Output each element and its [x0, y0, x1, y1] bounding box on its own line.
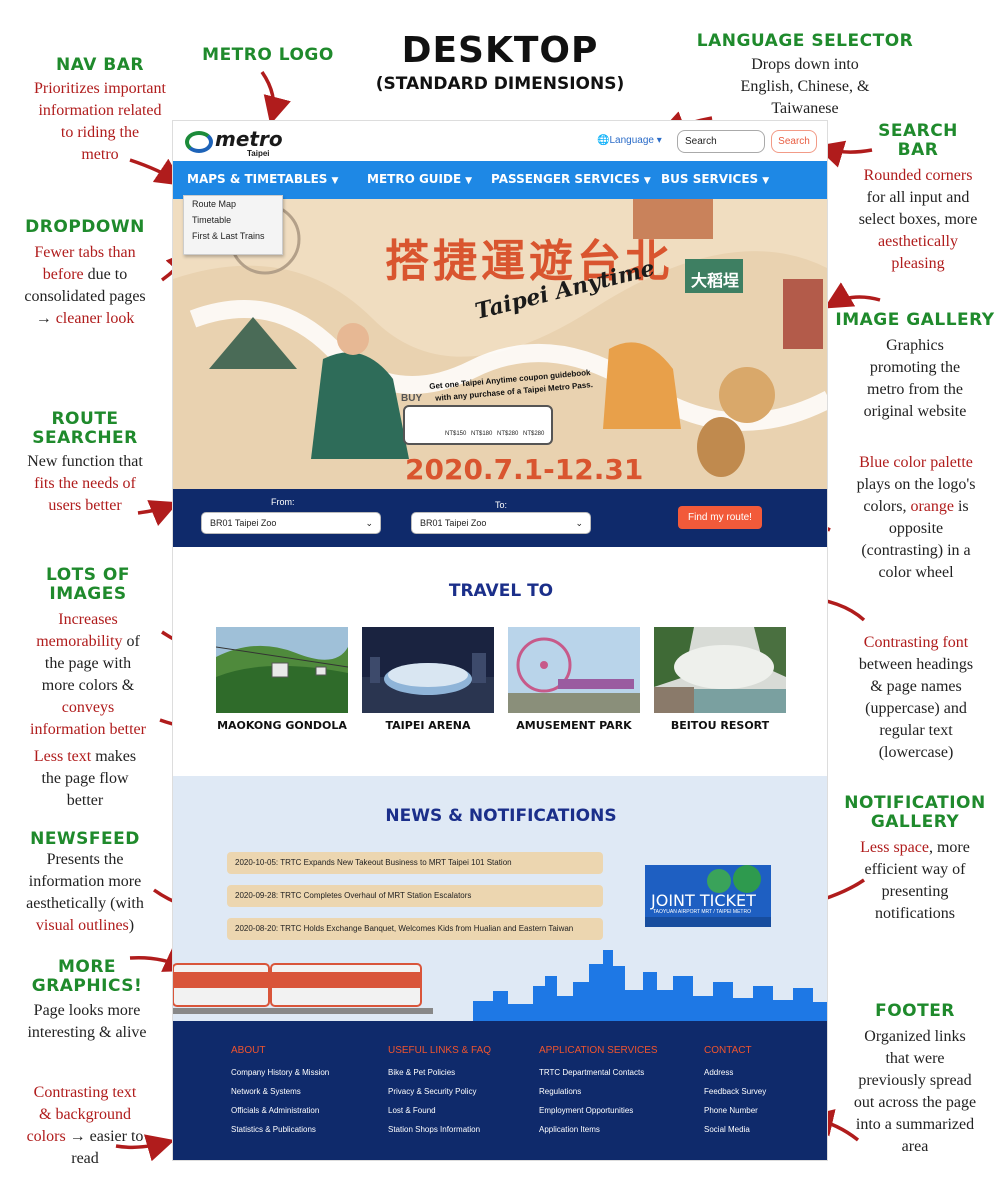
beitou-image [654, 627, 786, 713]
news-heading: NEWS & NOTIFICATIONS [385, 806, 617, 826]
footer-heading-useful-links: USEFUL LINKS & FAQ [388, 1045, 491, 1056]
nav-passenger-services[interactable]: PASSENGER SERVICES ▼ [491, 172, 651, 186]
travel-tile-amusement-park[interactable] [508, 627, 640, 713]
arrow-metro-logo [260, 71, 291, 125]
arrow-image-gallery [823, 282, 881, 309]
footer-link[interactable]: Station Shops Information [388, 1125, 480, 1134]
globe-icon: 🌐 [597, 135, 610, 146]
to-label: To: [495, 500, 508, 510]
hero-pass-card: BUY NT$150 NT$180 NT$280 NT$280 [401, 393, 553, 445]
travel-tile-beitou[interactable] [654, 627, 786, 713]
hero-sign: 大稻埕 [691, 271, 740, 290]
travel-label-amusement-park[interactable]: AMUSEMENT PARK [508, 719, 640, 732]
footer-link[interactable]: Privacy & Security Policy [388, 1087, 476, 1096]
footer-link[interactable]: Bike & Pet Policies [388, 1068, 455, 1077]
dropdown-item-timetable[interactable]: Timetable [184, 212, 282, 228]
footer-link[interactable]: Phone Number [704, 1106, 758, 1115]
dropdown-item-first-last[interactable]: First & Last Trains [184, 228, 282, 244]
footer-link[interactable]: Application Items [539, 1125, 600, 1134]
travel-tile-maokong[interactable] [216, 627, 348, 713]
nav-bar: MAPS & TIMETABLES ▼ METRO GUIDE ▼ PASSENGE… [173, 161, 827, 199]
search-input[interactable]: Search [677, 130, 765, 153]
footer-link[interactable]: Lost & Found [388, 1106, 436, 1115]
footer-link[interactable]: Feedback Survey [704, 1087, 766, 1096]
footer-link[interactable]: Social Media [704, 1125, 750, 1134]
caret-down-icon: ▼ [643, 176, 651, 186]
news-item[interactable]: 2020-09-28: TRTC Completes Overhaul of M… [227, 885, 603, 907]
language-selector[interactable]: 🌐Language ▾ [597, 135, 662, 146]
hero-date: 2020.7.1-12.31 [405, 453, 644, 486]
chevron-down-icon: ⌄ [575, 518, 583, 528]
joint-ticket-title: JOINT TICKET [651, 891, 756, 910]
travel-label-beitou[interactable]: BEITOU RESORT [654, 719, 786, 732]
footer-link[interactable]: Statistics & Publications [231, 1125, 316, 1134]
route-searcher: From: BR01 Taipei Zoo ⌄ To: BR01 Taipei Z… [173, 489, 827, 547]
language-label: Language [609, 135, 654, 146]
footer-link[interactable]: TRTC Departmental Contacts [539, 1068, 644, 1077]
logo-subtext: Taipei [247, 149, 270, 158]
arrow-nav-bar [129, 158, 184, 186]
dropdown-item-route-map[interactable]: Route Map [184, 196, 282, 212]
hero-buy-label: BUY [401, 393, 423, 404]
chevron-down-icon: ⌄ [365, 518, 373, 528]
news-item[interactable]: 2020-10-05: TRTC Expands New Takeout Bus… [227, 852, 603, 874]
from-label: From: [271, 497, 295, 507]
skyline-train-graphic [173, 950, 827, 1021]
metro-logo[interactable]: metro Taipei [185, 127, 285, 159]
arrow-contrasting-text [115, 1134, 175, 1162]
footer-link[interactable]: Company History & Mission [231, 1068, 329, 1077]
amusement-park-image [508, 627, 640, 713]
metro-logo-icon [185, 131, 213, 153]
travel-heading: TRAVEL TO [448, 581, 554, 601]
caret-down-icon: ▼ [762, 176, 770, 186]
caret-down-icon: ▼ [465, 176, 473, 186]
nav-dropdown-menu: Route Map Timetable First & Last Trains [183, 195, 283, 255]
nav-metro-guide[interactable]: METRO GUIDE ▼ [367, 172, 472, 186]
caret-down-icon: ▼ [331, 176, 339, 186]
caret-down-icon: ▾ [653, 135, 662, 146]
to-select[interactable]: BR01 Taipei Zoo ⌄ [411, 512, 591, 534]
news-section: NEWS & NOTIFICATIONS 2020-10-05: TRTC Ex… [173, 776, 827, 1021]
search-button[interactable]: Search [771, 130, 817, 153]
find-route-button[interactable]: Find my route! [678, 506, 762, 529]
logo-text: metro [215, 127, 283, 151]
footer-heading-contact: CONTACT [704, 1045, 752, 1056]
travel-label-arena[interactable]: TAIPEI ARENA [362, 719, 494, 732]
arena-image [362, 627, 494, 713]
footer-heading-application-services: APPLICATION SERVICES [539, 1045, 658, 1056]
footer-link[interactable]: Officials & Administration [231, 1106, 319, 1115]
footer: ABOUT Company History & Mission Network … [173, 1021, 827, 1160]
footer-link[interactable]: Regulations [539, 1087, 581, 1096]
top-bar: metro Taipei 🌐Language ▾ Search Search [173, 121, 827, 161]
maokong-image [216, 627, 348, 713]
nav-bus-services[interactable]: BUS SERVICES ▼ [661, 172, 769, 186]
footer-heading-about: ABOUT [231, 1045, 266, 1056]
travel-tile-arena[interactable] [362, 627, 494, 713]
from-select[interactable]: BR01 Taipei Zoo ⌄ [201, 512, 381, 534]
website-screenshot: metro Taipei 🌐Language ▾ Search Search M… [172, 120, 828, 1161]
nav-maps-timetables[interactable]: MAPS & TIMETABLES ▼ [187, 172, 338, 186]
footer-link[interactable]: Address [704, 1068, 733, 1077]
news-item[interactable]: 2020-08-20: TRTC Holds Exchange Banquet,… [227, 918, 603, 940]
arrow-route [137, 500, 179, 526]
footer-link[interactable]: Network & Systems [231, 1087, 301, 1096]
joint-ticket-notification[interactable]: JOINT TICKET TAOYUAN AIRPORT MRT / TAIPE… [645, 865, 771, 927]
joint-ticket-subtitle: TAOYUAN AIRPORT MRT / TAIPEI METRO [653, 909, 751, 915]
footer-link[interactable]: Employment Opportunities [539, 1106, 633, 1115]
arrow-search [815, 140, 873, 168]
travel-label-maokong[interactable]: MAOKONG GONDOLA [216, 719, 348, 732]
